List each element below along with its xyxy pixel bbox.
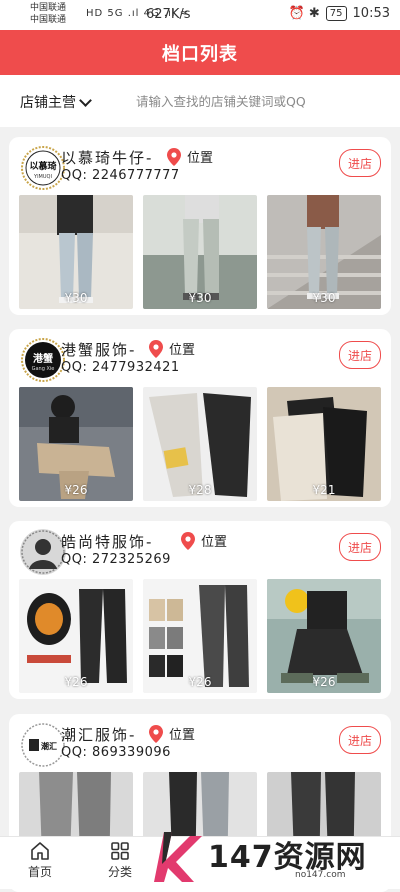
status-bar: 中国联通 中国联通 HD 5G .ıl 4G .ıl ≈ 627K/s ⏰ ✱ … xyxy=(0,0,400,30)
home-icon xyxy=(31,842,49,860)
shop-name[interactable]: 港蟹服饰- xyxy=(61,339,136,360)
grid-icon xyxy=(111,842,129,860)
shop-name[interactable]: 皓尚特服饰- xyxy=(61,531,153,552)
product-thumbnails: ¥26 ¥26 ¥26 xyxy=(19,579,381,693)
alarm-bluetooth-icon: ⏰ ✱ xyxy=(288,6,320,21)
battery-icon: 75 xyxy=(325,6,347,21)
shop-card[interactable]: 港蟹 Gang Xie 港蟹服饰- 位置 QQ: 2477932421 进店 ¥… xyxy=(9,329,391,507)
product-thumbnail[interactable]: ¥26 xyxy=(267,579,381,693)
nav-home-label: 首页 xyxy=(27,865,52,879)
enter-shop-button[interactable]: 进店 xyxy=(339,341,381,369)
shop-qq: QQ: 272325269 xyxy=(61,552,171,567)
product-price: ¥26 xyxy=(64,675,88,689)
product-thumbnail[interactable]: ¥30 xyxy=(267,195,381,309)
page-title-bar: 档口列表 xyxy=(0,30,400,75)
shop-name[interactable]: 潮汇服饰- xyxy=(61,724,136,745)
watermark-url: no147.com xyxy=(295,870,346,880)
product-price: ¥30 xyxy=(188,291,212,305)
clock: 10:53 xyxy=(352,6,390,21)
nav-category[interactable]: 分类 xyxy=(95,841,145,880)
location-pin-icon xyxy=(167,147,181,166)
product-thumbnails: ¥30 ¥30 ¥30 xyxy=(19,195,381,309)
product-price: ¥28 xyxy=(188,483,212,497)
location-label: 位置 xyxy=(187,151,214,166)
product-thumbnail[interactable]: ¥30 xyxy=(19,195,133,309)
product-price: ¥21 xyxy=(312,483,336,497)
product-thumbnail[interactable]: ¥26 xyxy=(19,387,133,501)
location-pin-icon xyxy=(181,531,195,550)
location-label: 位置 xyxy=(169,343,196,358)
nav-category-label: 分类 xyxy=(107,865,132,879)
enter-shop-button[interactable]: 进店 xyxy=(339,726,381,754)
network-speed: 627K/s xyxy=(146,7,191,22)
enter-shop-button[interactable]: 进店 xyxy=(339,533,381,561)
product-thumbnails: ¥26 ¥28 ¥21 xyxy=(19,387,381,501)
shop-avatar: 以慕琦 YIMUQI xyxy=(20,145,66,191)
watermark: 147资源网 no147.com xyxy=(150,824,400,888)
status-right: ⏰ ✱ 75 10:53 xyxy=(289,6,390,21)
product-price: ¥26 xyxy=(188,675,212,689)
page-title: 档口列表 xyxy=(162,43,238,65)
location-label: 位置 xyxy=(201,535,228,550)
nav-home[interactable]: 首页 xyxy=(15,841,65,880)
shop-avatar: 港蟹 Gang Xie xyxy=(20,337,66,383)
category-dropdown[interactable]: 店铺主营 xyxy=(20,92,92,112)
location-pin-icon xyxy=(149,339,163,358)
shop-card[interactable]: 皓尚特服饰- 位置 QQ: 272325269 进店 ¥26 ¥26 ¥26 xyxy=(9,521,391,699)
chevron-down-icon xyxy=(79,93,92,107)
location-pin-icon xyxy=(149,724,163,743)
shop-avatar xyxy=(20,529,66,575)
product-price: ¥26 xyxy=(64,483,88,497)
shop-card[interactable]: 以慕琦 YIMUQI 以慕琦牛仔- 位置 QQ: 2246777777 进店 ¥… xyxy=(9,137,391,315)
location-label: 位置 xyxy=(169,728,196,743)
carrier-label: 中国联通 xyxy=(30,3,67,13)
category-dropdown-label: 店铺主营 xyxy=(20,95,76,111)
shop-qq: QQ: 2477932421 xyxy=(61,360,180,375)
shop-qq: QQ: 869339096 xyxy=(61,745,171,760)
search-input[interactable] xyxy=(136,89,386,113)
avatar-text: 以慕琦 xyxy=(29,160,56,172)
enter-shop-button[interactable]: 进店 xyxy=(339,149,381,177)
location-link[interactable]: 位置 xyxy=(149,339,195,358)
location-link[interactable]: 位置 xyxy=(149,724,195,743)
product-price: ¥26 xyxy=(312,675,336,689)
watermark-logo-icon xyxy=(154,832,202,882)
carrier-label: 中国联通 xyxy=(30,15,67,25)
shop-name[interactable]: 以慕琦牛仔- xyxy=(61,147,153,168)
location-link[interactable]: 位置 xyxy=(181,531,227,550)
location-link[interactable]: 位置 xyxy=(167,147,213,166)
avatar-text: 潮汇 xyxy=(41,741,57,751)
avatar-sub: Gang Xie xyxy=(32,366,55,372)
product-thumbnail[interactable]: ¥28 xyxy=(143,387,257,501)
filter-bar: 店铺主营 xyxy=(0,75,400,127)
product-thumbnail[interactable]: ¥26 xyxy=(143,579,257,693)
avatar-sub: YIMUQI xyxy=(33,174,52,180)
product-thumbnail[interactable]: ¥21 xyxy=(267,387,381,501)
shop-qq: QQ: 2246777777 xyxy=(61,168,180,183)
shop-avatar: 潮汇 xyxy=(20,722,66,768)
product-thumbnail[interactable]: ¥30 xyxy=(143,195,257,309)
product-price: ¥30 xyxy=(64,291,88,305)
product-thumbnail[interactable]: ¥26 xyxy=(19,579,133,693)
product-price: ¥30 xyxy=(312,291,336,305)
avatar-text: 港蟹 xyxy=(33,352,53,365)
